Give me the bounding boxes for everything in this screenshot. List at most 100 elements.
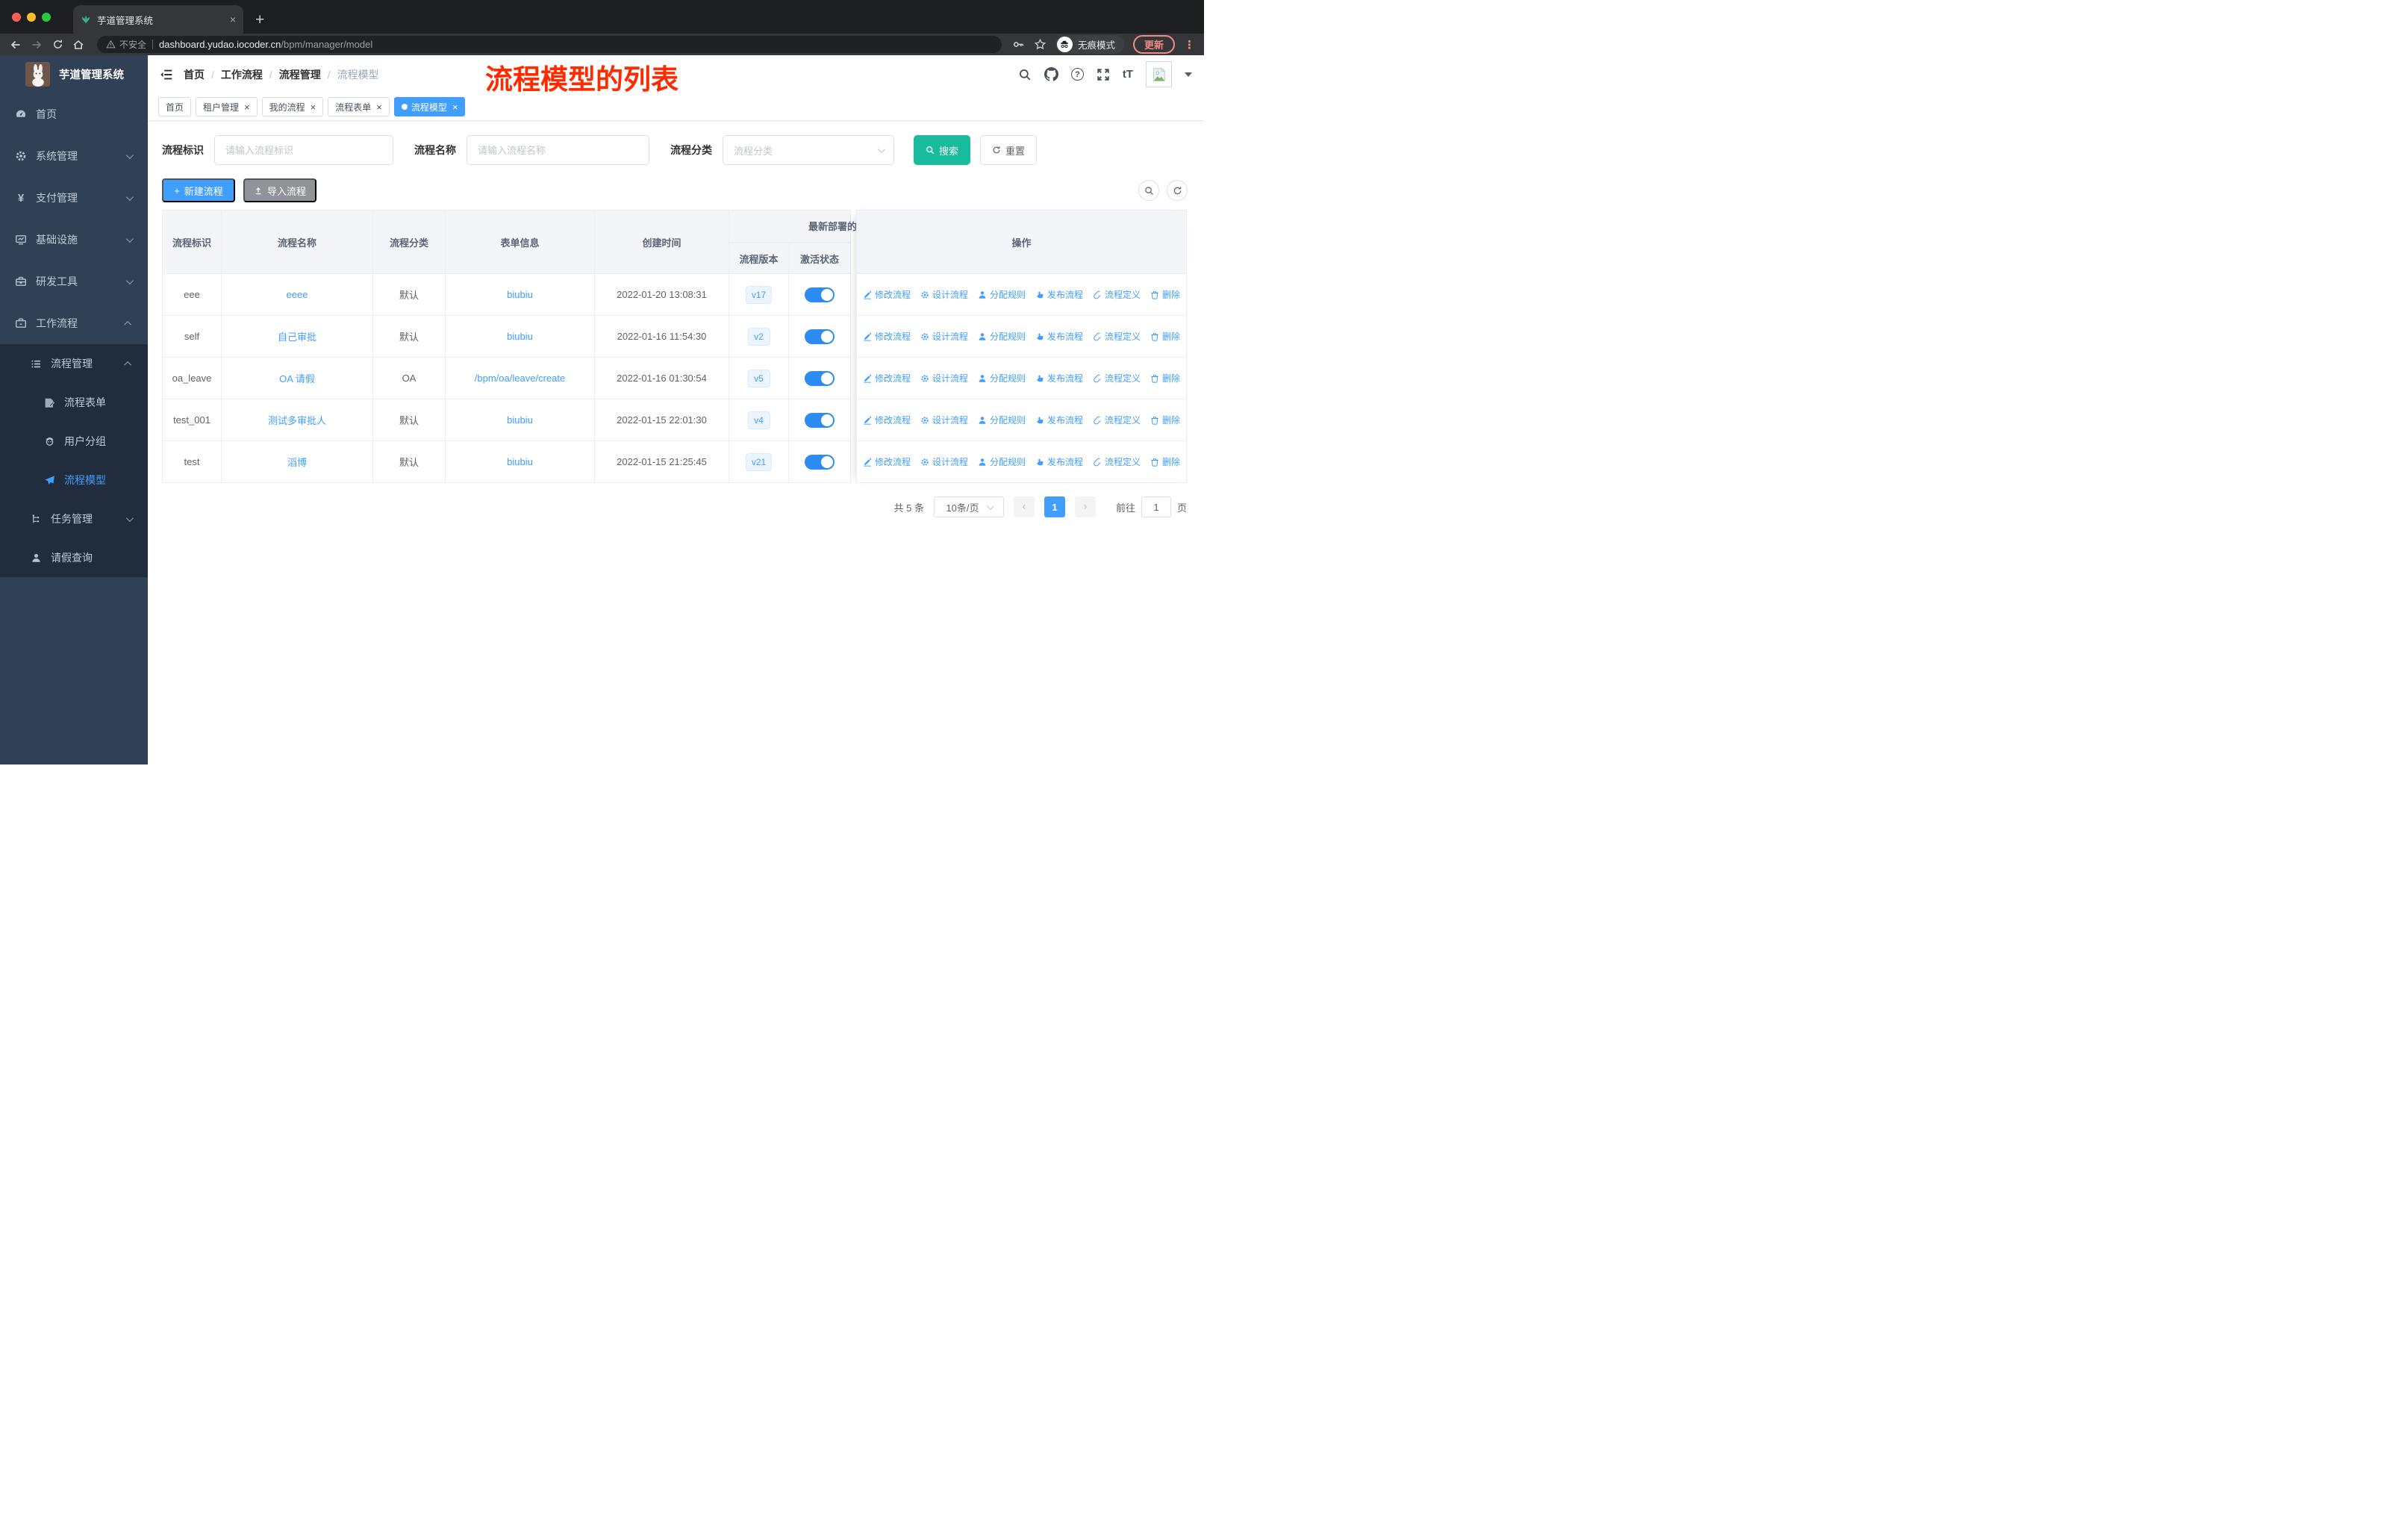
forward-icon[interactable] — [28, 37, 45, 53]
update-button[interactable]: 更新 — [1132, 35, 1175, 54]
goto-page-input[interactable] — [1141, 496, 1171, 517]
search-icon[interactable] — [1018, 68, 1032, 81]
help-icon[interactable]: ? — [1070, 68, 1084, 81]
process-name-input[interactable] — [467, 135, 649, 165]
process-name-link[interactable]: 测试多审批人 — [268, 413, 326, 427]
tab-close-icon[interactable]: × — [230, 14, 236, 25]
close-window-button[interactable] — [12, 12, 21, 22]
process-definition-link[interactable]: 流程定义 — [1093, 414, 1141, 426]
sidebar-item-payment[interactable]: ¥ 支付管理 — [0, 177, 148, 219]
sidebar-item-process-mgmt[interactable]: 流程管理 — [0, 344, 148, 383]
tag-process-form[interactable]: 流程表单 × — [328, 97, 390, 116]
tag-tenant[interactable]: 租户管理 × — [196, 97, 258, 116]
design-process-link[interactable]: 设计流程 — [920, 455, 968, 468]
design-process-link[interactable]: 设计流程 — [920, 414, 968, 426]
refresh-table-icon[interactable] — [1167, 180, 1188, 201]
home-icon[interactable] — [70, 37, 87, 53]
form-info-link[interactable]: biubiu — [507, 289, 533, 300]
page-size-select[interactable]: 10条/页 — [933, 496, 1004, 517]
process-name-link[interactable]: OA 请假 — [279, 371, 315, 385]
sidebar-item-task-mgmt[interactable]: 任务管理 — [0, 499, 148, 538]
breadcrumb-process-mgmt[interactable]: 流程管理 — [279, 67, 321, 82]
minimize-window-button[interactable] — [27, 12, 36, 22]
process-key-input[interactable] — [214, 135, 393, 165]
page-1-button[interactable]: 1 — [1044, 496, 1065, 517]
zoom-window-button[interactable] — [42, 12, 51, 22]
sidebar-item-home[interactable]: 首页 — [0, 93, 148, 135]
browser-menu-icon[interactable]: ⋮ — [1184, 38, 1195, 52]
edit-process-link[interactable]: 修改流程 — [863, 330, 911, 343]
breadcrumb-workflow[interactable]: 工作流程 — [221, 67, 263, 82]
breadcrumb-home[interactable]: 首页 — [184, 67, 205, 82]
tag-my-process[interactable]: 我的流程 × — [261, 97, 324, 116]
font-size-icon[interactable]: tT — [1123, 68, 1133, 81]
assign-rule-link[interactable]: 分配规则 — [978, 455, 1026, 468]
key-icon[interactable] — [1012, 38, 1025, 51]
edit-process-link[interactable]: 修改流程 — [863, 372, 911, 384]
user-avatar[interactable] — [1146, 61, 1172, 87]
next-page-button[interactable]: › — [1074, 496, 1096, 517]
design-process-link[interactable]: 设计流程 — [920, 330, 968, 343]
edit-process-link[interactable]: 修改流程 — [863, 455, 911, 468]
tag-close-icon[interactable]: × — [376, 102, 382, 112]
sidebar-item-workflow[interactable]: 工作流程 — [0, 302, 148, 344]
reset-button[interactable]: 重置 — [980, 135, 1037, 165]
back-icon[interactable] — [7, 37, 24, 53]
create-process-button[interactable]: + 新建流程 — [162, 178, 235, 202]
form-info-link[interactable]: biubiu — [507, 456, 533, 467]
active-toggle[interactable] — [805, 454, 835, 470]
tag-close-icon[interactable]: × — [311, 102, 316, 112]
process-definition-link[interactable]: 流程定义 — [1093, 455, 1141, 468]
design-process-link[interactable]: 设计流程 — [920, 372, 968, 384]
tag-process-model[interactable]: 流程模型 × — [393, 97, 466, 116]
github-icon[interactable] — [1044, 67, 1058, 81]
edit-process-link[interactable]: 修改流程 — [863, 288, 911, 301]
fullscreen-icon[interactable] — [1097, 68, 1110, 81]
design-process-link[interactable]: 设计流程 — [920, 288, 968, 301]
form-info-link[interactable]: biubiu — [507, 414, 533, 426]
import-process-button[interactable]: 导入流程 — [243, 178, 316, 202]
process-definition-link[interactable]: 流程定义 — [1093, 330, 1141, 343]
process-definition-link[interactable]: 流程定义 — [1093, 372, 1141, 384]
publish-process-link[interactable]: 发布流程 — [1035, 372, 1083, 384]
assign-rule-link[interactable]: 分配规则 — [978, 288, 1026, 301]
sidebar-fold-icon[interactable] — [160, 68, 173, 81]
assign-rule-link[interactable]: 分配规则 — [978, 372, 1026, 384]
avatar-caret-icon[interactable] — [1185, 72, 1192, 77]
browser-tab[interactable]: 芋道管理系统 × — [73, 5, 243, 34]
form-info-link[interactable]: /bpm/oa/leave/create — [475, 373, 565, 384]
address-bar[interactable]: 不安全 dashboard.yudao.iocoder.cn/bpm/manag… — [97, 36, 1002, 53]
reload-icon[interactable] — [49, 37, 66, 53]
assign-rule-link[interactable]: 分配规则 — [978, 414, 1026, 426]
tag-close-icon[interactable]: × — [244, 102, 250, 112]
publish-process-link[interactable]: 发布流程 — [1035, 288, 1083, 301]
sidebar-item-system[interactable]: 系统管理 — [0, 135, 148, 177]
publish-process-link[interactable]: 发布流程 — [1035, 455, 1083, 468]
assign-rule-link[interactable]: 分配规则 — [978, 330, 1026, 343]
bookmark-star-icon[interactable] — [1034, 38, 1047, 51]
sidebar-item-process-model[interactable]: 流程模型 — [0, 461, 148, 499]
process-name-link[interactable]: eeee — [287, 289, 308, 300]
security-warning[interactable]: 不安全 — [106, 38, 146, 51]
delete-link[interactable]: 删除 — [1150, 288, 1180, 301]
process-name-link[interactable]: 自己审批 — [278, 329, 316, 343]
process-definition-link[interactable]: 流程定义 — [1093, 288, 1141, 301]
category-select[interactable]: 流程分类 — [723, 135, 894, 165]
sidebar-item-leave-query[interactable]: 请假查询 — [0, 538, 148, 577]
delete-link[interactable]: 删除 — [1150, 414, 1180, 426]
sidebar-item-devtools[interactable]: 研发工具 — [0, 261, 148, 302]
active-toggle[interactable] — [805, 412, 835, 428]
publish-process-link[interactable]: 发布流程 — [1035, 330, 1083, 343]
active-toggle[interactable] — [805, 287, 835, 302]
sidebar-item-process-form[interactable]: 流程表单 — [0, 383, 148, 422]
form-info-link[interactable]: biubiu — [507, 331, 533, 342]
prev-page-button[interactable]: ‹ — [1013, 496, 1035, 517]
search-button[interactable]: 搜索 — [914, 135, 970, 165]
publish-process-link[interactable]: 发布流程 — [1035, 414, 1083, 426]
active-toggle[interactable] — [805, 328, 835, 344]
tag-close-icon[interactable]: × — [452, 102, 458, 112]
sidebar-item-user-group[interactable]: 用户分组 — [0, 422, 148, 461]
tag-home[interactable]: 首页 — [158, 97, 192, 116]
sidebar-item-infra[interactable]: 基础设施 — [0, 219, 148, 261]
delete-link[interactable]: 删除 — [1150, 455, 1180, 468]
